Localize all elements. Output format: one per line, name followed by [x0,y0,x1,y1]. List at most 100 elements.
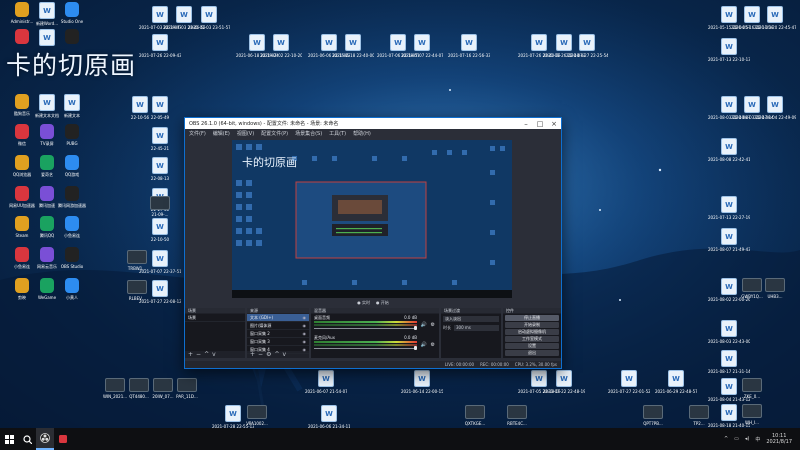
start-icon[interactable] [0,428,18,450]
move-up-icon[interactable]: ^ [274,351,279,358]
stop-streaming-button[interactable]: 停止直播 [505,315,559,321]
desktop-icon[interactable]: PAR_11D... [168,378,206,408]
move-down-icon[interactable]: v [282,351,286,358]
network-icon[interactable]: ▭ [734,436,739,442]
desktop-icon[interactable]: TP2... [680,405,718,428]
desktop-icon[interactable]: W 2021-07-07 22-44-07 [401,34,443,64]
menu-view[interactable]: 视图(V) [237,130,254,137]
gear-icon[interactable]: ⚙ [431,322,435,328]
obs-window[interactable]: OBS 26.1.0 (64-bit, windows) - 配置文件: 未命名… [184,117,562,369]
remove-source-icon[interactable]: − [258,351,263,358]
desktop-icon[interactable]: W 2021-06-29 22-48-57 [655,370,697,400]
maximize-icon[interactable]: □ [533,120,547,128]
desktop-icon[interactable]: W 2021-05-20 22-45-47 [754,6,796,36]
desktop-icon[interactable]: RBTE4C... [498,405,536,428]
start-virtual-camera-button[interactable]: 启动虚拟摄像机 [505,329,559,335]
desktop-icon[interactable]: W 2021-06-14 22-00-15 [401,370,443,400]
eye-icon[interactable]: ◉ [303,331,307,336]
speaker-icon[interactable]: 🔊 [421,342,427,348]
exit-button[interactable]: 退出 [505,350,559,356]
desktop-icon[interactable]: W 2021-07-16 22-56-33 [448,34,490,64]
desktop-icon[interactable]: W 2021-07-13 22-10-13 [708,38,750,68]
desktop-icon[interactable]: W 2021-07-22 22-48-19 [543,370,585,400]
obs-preview[interactable]: 卡的切原画 [232,140,512,298]
menu-help[interactable]: 帮助(H) [353,130,371,137]
desktop-icon[interactable]: Studio One [53,2,91,32]
ime-icon[interactable]: 中 [755,436,760,443]
search-icon[interactable] [18,428,36,450]
transition-select[interactable]: 淡入淡出 [443,316,499,322]
desktop-icon[interactable]: QPT7PB... [634,405,672,428]
desktop-icon[interactable]: W 22-05-49 [141,96,179,126]
desktop-icon[interactable]: 小鱼易连 [53,216,91,246]
desktop-icon[interactable]: UHB3... [756,278,794,308]
desktop-icon[interactable]: VPA1002... [238,405,276,428]
desktop-icon[interactable]: W 22-45-21 [141,127,179,157]
desktop-icon[interactable]: W 2021-07-02 22-10-20 [260,34,302,64]
close-icon[interactable]: × [547,120,561,128]
remove-scene-icon[interactable]: − [196,351,201,358]
desktop-icon[interactable]: W 2021-08-03 22-43-00 [708,320,750,350]
desktop-icon[interactable]: W 2021-08-04 22-49-09 [754,96,796,126]
desktop-icon[interactable]: W 2021-06-18 22-40-00 [332,34,374,64]
fader-knob[interactable] [414,346,417,350]
desktop-icon[interactable] [53,29,91,59]
volume-fader[interactable] [314,348,417,349]
desktop-icon[interactable]: OBS Studio [53,247,91,277]
desktop-icon[interactable]: 小黄人 [53,278,91,308]
scene-item[interactable]: 场景 [185,314,245,322]
desktop-icon[interactable]: TRBW1... [118,250,156,280]
chevron-up-icon[interactable]: ^ [724,436,728,442]
source-item[interactable]: 图片/媒体源 ◉ [247,322,309,330]
desktop-icon[interactable]: PUBG [53,124,91,154]
settings-button[interactable]: 设置 [505,343,559,349]
desktop-icon[interactable]: W 2021-06-07 21-54-07 [305,370,347,400]
desktop-icon[interactable]: WH_I... [733,404,771,428]
desktop-icon[interactable]: W 2021-08-08 22-42-41 [708,138,750,168]
source-settings-icon[interactable]: ⚙ [266,351,271,358]
speaker-icon[interactable]: 🔊 [421,322,427,328]
fader-knob[interactable] [414,326,417,330]
desktop-icon[interactable]: W 2021-07-26 22-09-43 [139,34,181,64]
eye-icon[interactable]: ◉ [303,339,307,344]
source-item[interactable]: 窗口采集 3 ◉ [247,338,309,346]
desktop-icon[interactable]: W 2021-08-17 21-31-14 [708,350,750,380]
desktop-icon[interactable]: 21-09-... [141,196,179,226]
studio-mode-button[interactable]: 工作室模式 [505,336,559,342]
move-up-icon[interactable]: ^ [204,351,209,358]
menu-profile[interactable]: 配置文件(P) [261,130,288,137]
add-source-icon[interactable]: + [250,351,255,358]
source-item[interactable]: 文本 (GDI+) ◉ [247,314,309,322]
obs-titlebar[interactable]: OBS 26.1.0 (64-bit, windows) - 配置文件: 未命名… [185,118,561,129]
desktop-icon[interactable]: W 22-08-13 [141,157,179,187]
menu-file[interactable]: 文件(F) [189,130,206,137]
desktop-icon[interactable]: QQ游戏 [53,155,91,185]
obs-icon[interactable] [36,428,54,450]
taskbar-clock[interactable]: 10:11 2021/8/17 [766,433,792,445]
volume-icon[interactable]: ◂) [745,436,749,442]
desktop-icon[interactable]: W 2021-06-06 21-34-11 [308,405,350,428]
desktop-icon[interactable]: W 2021-07-03 23-51-57 [188,6,230,36]
add-scene-icon[interactable]: + [188,351,193,358]
gear-icon[interactable]: ⚙ [431,342,435,348]
app-icon[interactable] [54,428,72,450]
source-item[interactable]: 窗口采集 2 ◉ [247,330,309,338]
desktop-icon[interactable]: QXTKGE... [456,405,494,428]
duration-input[interactable]: 300 ms [454,325,499,331]
eye-icon[interactable]: ◉ [303,315,307,320]
desktop-icon[interactable]: W 2021-07-27 22-01-52 [608,370,650,400]
desktop-icon[interactable]: 腾讯网游加速器 [53,186,91,216]
move-down-icon[interactable]: v [212,351,216,358]
volume-fader[interactable] [314,328,417,329]
eye-icon[interactable]: ◉ [303,323,307,328]
desktop-icon[interactable]: W 2021-08-07 21-49-43 [708,228,750,258]
desktop-icon[interactable]: W 2021-07-13 22-27-19 [708,196,750,226]
menu-edit[interactable]: 编辑(E) [213,130,230,137]
start-recording-button[interactable]: 开始录制 [505,322,559,328]
menu-tools[interactable]: 工具(T) [329,130,346,137]
minimize-icon[interactable]: – [519,120,533,128]
desktop-icon[interactable]: W 新建文本 [53,94,91,124]
desktop-icon[interactable]: RLBEV... [118,280,156,310]
desktop-icon[interactable]: W 2021-07-27 22-25-54 [566,34,608,64]
menu-scene-collection[interactable]: 场景集合(S) [295,130,322,137]
